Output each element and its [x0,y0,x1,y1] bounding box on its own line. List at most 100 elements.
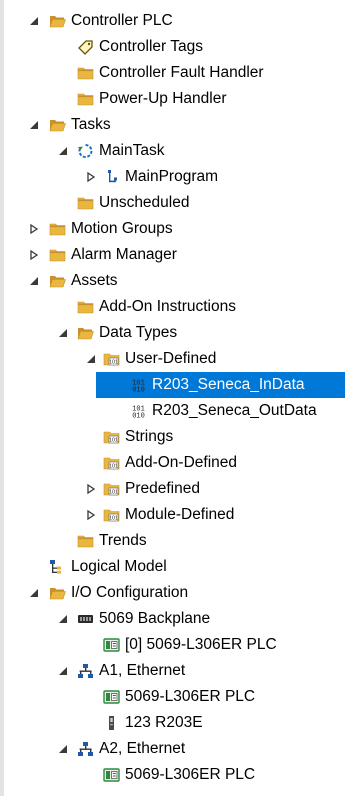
expanded-caret-icon[interactable] [29,276,39,286]
datatype-folder-icon: 101 [103,507,120,523]
tree-item-label: User-Defined [125,350,217,367]
tree-item-motion-groups[interactable]: Motion Groups [0,216,354,242]
tree-item-trends[interactable]: Trends [0,528,354,554]
binary-datatype-icon: 101 010 [130,403,147,419]
tree-item-logical-model[interactable]: Logical Model [0,554,354,580]
tree-item-label: Module-Defined [125,506,235,523]
tree-item-data-types[interactable]: Data Types [0,320,354,346]
tree-item-label: MainTask [99,142,165,159]
controller-organizer-tree: Controller PLC Controller Tags Controlle… [0,0,354,796]
svg-text:101: 101 [109,464,118,470]
tree-item-r203-seneca-outdata[interactable]: 101 010 R203_Seneca_OutData [0,398,354,424]
svg-text:101: 101 [109,490,118,496]
tree-item-label: Tasks [71,116,111,133]
controller-module-icon [103,637,120,653]
tree-item-label: Unscheduled [99,194,190,211]
tree-item-label: MainProgram [125,168,219,185]
tree-item-strings[interactable]: 101 Strings [0,424,354,450]
collapsed-caret-icon[interactable] [29,224,39,234]
collapsed-caret-icon[interactable] [86,484,96,494]
tree-item-label: Power-Up Handler [99,90,227,107]
expanded-caret-icon[interactable] [58,146,68,156]
tree-item-label: Trends [99,532,147,549]
tree-item-label: 5069-L306ER PLC [125,688,256,705]
tree-item-alarm-manager[interactable]: Alarm Manager [0,242,354,268]
datatype-folder-icon: 101 [103,455,120,471]
tree-item-tasks[interactable]: Tasks [0,112,354,138]
tree-item-add-on-defined[interactable]: 101 Add-On-Defined [0,450,354,476]
tree-item-label: Add-On-Defined [125,454,238,471]
collapsed-caret-icon[interactable] [86,510,96,520]
tree-item-label: Controller Tags [99,38,203,55]
tree-item-module-defined[interactable]: 101 Module-Defined [0,502,354,528]
tree-item-maintask[interactable]: MainTask [0,138,354,164]
folder-closed-icon [77,195,94,211]
tag-icon [77,39,94,55]
tree-item-a2-ethernet[interactable]: A2, Ethernet [0,736,354,762]
controller-module-icon [103,767,120,783]
tree-item-predefined[interactable]: 101 Predefined [0,476,354,502]
tree-item-label: Add-On Instructions [99,298,236,315]
tree-item-r203-seneca-indata[interactable]: 101 010 R203_Seneca_InData [96,372,345,398]
controller-module-icon [103,689,120,705]
folder-closed-icon [77,91,94,107]
tree-item-mainprogram[interactable]: MainProgram [0,164,354,190]
folder-closed-icon [49,221,66,237]
folder-closed-icon [77,533,94,549]
folder-open-icon [49,585,66,601]
binary-datatype-icon: 101 010 [130,377,147,393]
program-icon [103,169,120,185]
tree-item-a1-ethernet[interactable]: A1, Ethernet [0,658,354,684]
backplane-icon [77,611,94,627]
tree-item-label: 5069-L306ER PLC [125,766,256,783]
ethernet-network-icon [77,663,94,679]
tree-item-power-up-handler[interactable]: Power-Up Handler [0,86,354,112]
svg-text:101: 101 [109,516,118,522]
tree-item-add-on-instructions[interactable]: Add-On Instructions [0,294,354,320]
tree-item-user-defined[interactable]: 101 User-Defined [0,346,354,372]
folder-closed-icon [49,247,66,263]
tree-item-5069-backplane[interactable]: 5069 Backplane [0,606,354,632]
tree-item-0-5069-l306er-plc[interactable]: [0] 5069-L306ER PLC [0,632,354,658]
expanded-caret-icon[interactable] [29,120,39,130]
tree-item-controller-fault-handler[interactable]: Controller Fault Handler [0,60,354,86]
expanded-caret-icon[interactable] [58,328,68,338]
tree-item-label: Predefined [125,480,200,497]
folder-open-icon [49,13,66,29]
collapsed-caret-icon[interactable] [86,172,96,182]
tree-item-label: I/O Configuration [71,584,189,601]
folder-open-icon [49,273,66,289]
collapsed-caret-icon[interactable] [29,250,39,260]
expanded-caret-icon[interactable] [29,16,39,26]
io-device-icon [103,715,120,731]
tree-item-assets[interactable]: Assets [0,268,354,294]
tree-item-label: Logical Model [71,558,167,575]
expanded-caret-icon[interactable] [58,614,68,624]
folder-closed-icon [77,65,94,81]
tree-item-5069-l306er-plc[interactable]: 5069-L306ER PLC [0,684,354,710]
datatype-folder-icon: 101 [103,481,120,497]
expanded-caret-icon[interactable] [29,588,39,598]
tree-item-controller-tags[interactable]: Controller Tags [0,34,354,60]
expanded-caret-icon[interactable] [86,354,96,364]
tree-item-label: A2, Ethernet [99,740,186,757]
folder-open-icon [77,325,94,341]
tree-item-label: Controller Fault Handler [99,64,264,81]
tree-item-label: R203_Seneca_InData [152,376,305,393]
datatype-folder-open-icon: 101 [103,351,120,367]
tree-item-123-r203e[interactable]: 123 R203E [0,710,354,736]
tree-item-label: Assets [71,272,118,289]
tree-item-i-o-configuration[interactable]: I/O Configuration [0,580,354,606]
tree-item-label: Data Types [99,324,178,341]
tree-item-label: A1, Ethernet [99,662,186,679]
tree-item-controller-plc[interactable]: Controller PLC [0,8,354,34]
svg-text:101: 101 [109,438,118,444]
tree-item-5069-l306er-plc[interactable]: 5069-L306ER PLC [0,762,354,788]
tree-item-unscheduled[interactable]: Unscheduled [0,190,354,216]
datatype-folder-icon: 101 [103,429,120,445]
expanded-caret-icon[interactable] [58,666,68,676]
folder-closed-icon [77,299,94,315]
expanded-caret-icon[interactable] [58,744,68,754]
tree-item-label: Strings [125,428,174,445]
svg-text:010: 010 [132,386,145,393]
